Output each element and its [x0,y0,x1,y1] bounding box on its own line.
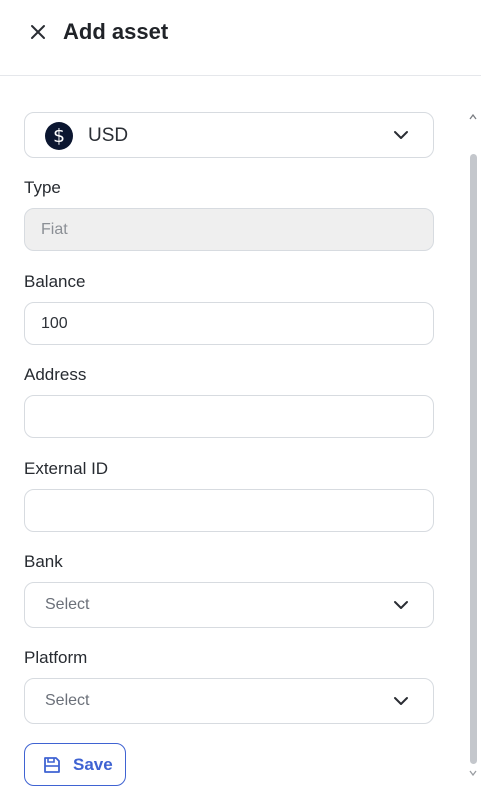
scroll-down-arrow-icon[interactable] [469,770,477,776]
bank-select[interactable]: Select [24,582,434,628]
platform-select-value: Select [45,692,90,709]
platform-select[interactable]: Select [24,678,434,724]
save-button-label: Save [73,755,113,774]
scrollbar-thumb[interactable] [470,154,477,764]
chevron-down-icon [394,601,408,609]
page-title: Add asset [63,19,169,44]
dollar-coin-icon: $ [45,122,73,150]
save-icon [44,757,60,773]
dialog-header: Add asset [0,0,481,76]
scrollbar[interactable] [466,110,480,790]
bank-label: Bank [24,552,63,571]
balance-input[interactable]: 100 [24,302,434,345]
balance-label: Balance [24,272,86,291]
address-input[interactable] [24,395,434,438]
balance-value: 100 [41,315,68,332]
bank-select-value: Select [45,596,90,613]
save-button[interactable]: Save [24,743,126,786]
type-label: Type [24,178,61,197]
external-id-input[interactable] [24,489,434,532]
currency-select[interactable]: $ USD [24,112,434,158]
chevron-down-icon [394,697,408,705]
external-id-label: External ID [24,459,109,478]
address-label: Address [24,365,87,384]
platform-label: Platform [24,648,88,667]
scroll-up-arrow-icon[interactable] [469,114,477,120]
close-button[interactable] [25,19,51,45]
currency-label: USD [88,125,129,146]
type-field: Fiat [24,208,434,251]
type-value: Fiat [41,221,68,238]
close-icon [31,25,45,39]
chevron-down-icon [394,131,408,139]
